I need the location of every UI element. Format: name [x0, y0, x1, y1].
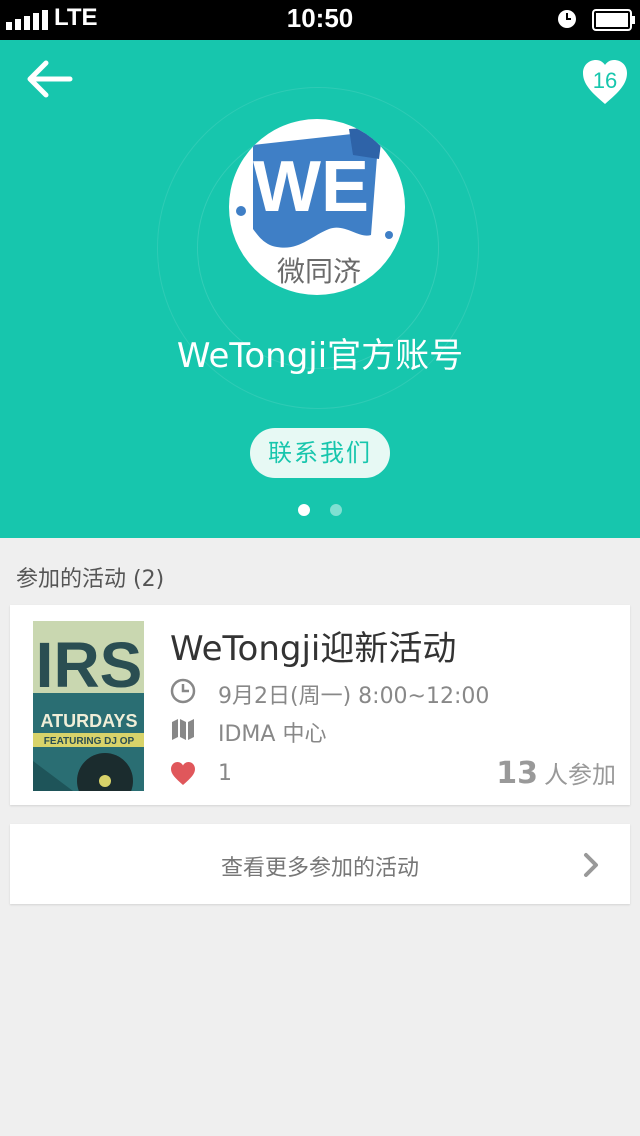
- heart-icon[interactable]: [170, 761, 196, 787]
- participants-number: 13: [496, 756, 538, 791]
- alarm-icon: [558, 10, 576, 28]
- more-events-button[interactable]: 查看更多参加的活动: [10, 824, 630, 904]
- contact-us-button[interactable]: 联系我们: [250, 428, 390, 478]
- logo-we-text: WE: [253, 147, 369, 227]
- thumb-big-text: IRS: [36, 629, 143, 701]
- status-bar: LTE 10:50: [0, 0, 640, 40]
- like-count-badge[interactable]: 16: [581, 58, 629, 106]
- clock-icon: [170, 678, 196, 704]
- event-like-count: 1: [218, 761, 232, 786]
- account-name: WeTongji官方账号: [176, 336, 464, 376]
- back-arrow-icon[interactable]: [24, 58, 74, 100]
- event-location: IDMA 中心: [218, 722, 327, 747]
- battery-icon: [592, 9, 635, 31]
- page-indicator-dot-active[interactable]: [298, 504, 310, 516]
- section-title: 参加的活动 (2): [16, 567, 165, 592]
- thumb-line-text: ATURDAYS: [40, 711, 137, 731]
- chevron-right-icon: [584, 853, 598, 877]
- event-card[interactable]: IRS ATURDAYS FEATURING DJ OP WeTongji迎新活…: [10, 605, 630, 805]
- wetongji-logo: WE 微同济: [236, 127, 393, 288]
- page-indicator-dot[interactable]: [330, 504, 342, 516]
- map-icon: [172, 719, 194, 740]
- thumb-banner-text: FEATURING DJ OP: [44, 736, 135, 747]
- participants-count: 13 人参加: [496, 755, 616, 791]
- like-count: 16: [592, 68, 618, 93]
- participants-unit: 人参加: [544, 761, 616, 789]
- account-avatar[interactable]: WE 微同济: [229, 119, 405, 295]
- event-title[interactable]: WeTongji迎新活动: [170, 621, 456, 670]
- event-thumbnail[interactable]: IRS ATURDAYS FEATURING DJ OP: [33, 621, 144, 791]
- logo-cn-text: 微同济: [277, 255, 361, 288]
- event-time: 9月2日(周一) 8:00~12:00: [218, 684, 490, 709]
- more-events-label: 查看更多参加的活动: [220, 856, 419, 881]
- status-time: 10:50: [286, 3, 354, 33]
